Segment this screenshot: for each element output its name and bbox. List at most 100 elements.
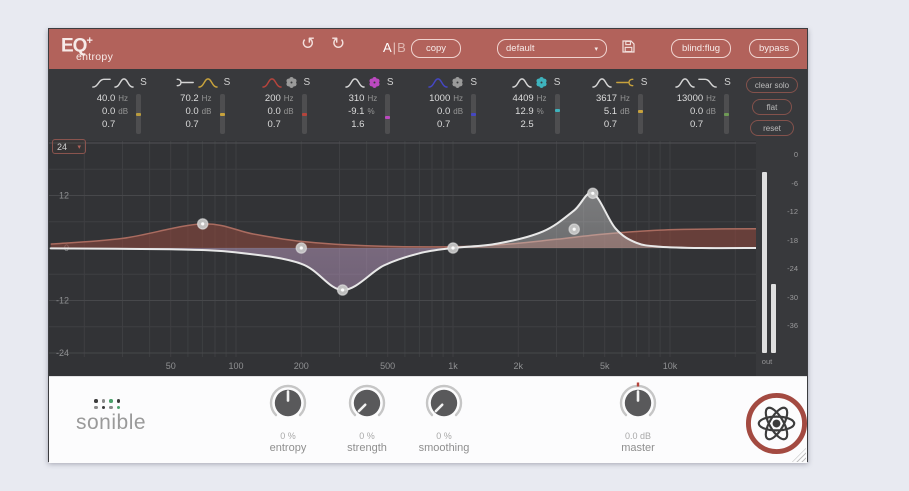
plugin-logo: EQ+ entropy [61,32,113,63]
band-gain-value[interactable]: 5.1 [596,106,617,117]
logo-dot [109,405,113,409]
undo-icon[interactable]: ↺ [301,36,315,53]
band-gain-value[interactable]: 0.0 [97,106,115,117]
bell-icon[interactable] [345,76,365,89]
solo-button[interactable]: S [470,77,477,88]
bypass-button[interactable]: bypass [749,39,799,58]
smart-filter-icon[interactable] [535,76,548,89]
solo-button[interactable]: S [224,77,231,88]
smart-filter-icon[interactable] [285,76,298,89]
band-handle[interactable] [196,218,209,230]
band-gain-value[interactable]: 0.0 [677,106,703,117]
band-q-value[interactable]: 0.7 [677,119,703,130]
band-gain-slider[interactable] [638,94,644,134]
band-q-value[interactable]: 0.7 [429,119,450,130]
band-freq-value[interactable]: 200 [265,93,281,104]
eq-band-3: S 200 Hz 0.0 dB 0.7 [246,74,326,138]
master-knob[interactable] [616,381,660,425]
chevron-down-icon: ▾ [77,143,81,151]
bell-icon[interactable] [198,76,218,89]
band-q-value[interactable]: 0.7 [180,119,198,130]
band-gain-slider[interactable] [136,94,142,134]
bell-icon[interactable] [512,76,532,89]
band-handle[interactable] [568,223,580,235]
band-gain-slider[interactable] [554,94,560,134]
band-freq-value[interactable]: 70.2 [180,93,199,104]
band-q-value[interactable]: 1.6 [348,119,364,130]
band-freq-value[interactable]: 310 [348,93,365,104]
bell-icon[interactable] [428,76,448,89]
band-gain-value[interactable]: 0.0 [180,106,198,117]
band-gain-value[interactable]: 0.0 [265,106,281,117]
eq-curve-graph[interactable]: 501002005001k2k5k10k120-12-24 [49,141,756,376]
ab-state-a[interactable]: A [383,40,392,55]
band-type-icons: S [262,74,311,90]
flat-button[interactable]: flat [752,99,792,115]
bell-icon[interactable] [114,76,134,89]
preset-dropdown[interactable]: default ▾ [497,39,607,58]
eq-band-6: S 4409 Hz 12.9% 2.5 [496,74,576,138]
band-type-icons: S [91,74,147,90]
band-q-value[interactable]: 0.7 [265,119,281,130]
band-q-value[interactable]: 0.7 [97,119,115,130]
blindflug-button[interactable]: blind:flug [671,39,731,58]
lowpass-icon[interactable] [698,76,718,89]
eq-main-area: S 40.0 Hz 0.0 dB 0.7 S 70.2 Hz 0.0 dB 0.7 S 200 Hz 0.0 d… [49,69,807,376]
band-q-value[interactable]: 0.7 [596,119,617,130]
band-q-value[interactable]: 2.5 [513,119,533,130]
smoothing-value: 0 % [436,431,452,441]
band-gain-value[interactable]: 12.9 [513,106,534,117]
solo-button[interactable]: S [554,77,561,88]
clear-solo-button[interactable]: clear solo [746,77,798,93]
solo-button[interactable]: S [641,77,648,88]
save-preset-button[interactable] [621,39,636,57]
redo-icon[interactable]: ↻ [331,36,345,53]
smoothing-knob[interactable] [422,381,466,425]
band-handle[interactable] [586,187,599,200]
solo-button[interactable]: S [304,77,311,88]
floppy-disk-icon [622,40,635,53]
solo-button[interactable]: S [387,77,394,88]
band-gain-slider-tick [301,112,307,116]
band-freq-value[interactable]: 40.0 [97,93,116,104]
copy-button[interactable]: copy [411,39,461,58]
band-gain-slider[interactable] [471,94,477,134]
band-gain-slider[interactable] [385,94,391,134]
smart-filter-icon[interactable] [368,76,381,89]
bell-icon[interactable] [675,76,695,89]
band-handle[interactable] [447,242,459,254]
band-gain-slider[interactable] [301,94,307,134]
band-freq-value[interactable]: 4409 [513,93,534,104]
x-axis-tick-label: 500 [380,361,395,371]
band-values: 310 Hz -9.1% 1.6 [348,93,391,134]
bell-icon[interactable] [592,76,612,89]
entropy-knob[interactable] [266,381,310,425]
preset-value: default [506,43,535,54]
band-gain-value-unit: % [367,107,375,116]
solo-button[interactable]: S [140,77,147,88]
band-gain-slider[interactable] [724,94,730,134]
solo-button[interactable]: S [724,77,731,88]
band-freq-value[interactable]: 1000 [429,93,450,104]
db-range-dropdown[interactable]: 24 ▾ [52,139,86,154]
band-freq-value[interactable]: 13000 [677,93,703,104]
band-handle[interactable] [336,284,349,296]
band-gain-value[interactable]: 0.0 [429,106,450,117]
highpass-icon[interactable] [91,76,111,89]
eq-band-1: S 40.0 Hz 0.0 dB 0.7 [79,74,159,138]
band-gain-value[interactable]: -9.1 [348,106,364,117]
lowshelf-icon[interactable] [175,76,195,89]
ab-compare-toggle[interactable]: A|B [383,40,406,55]
x-axis-tick-label: 100 [228,361,243,371]
band-gain-slider[interactable] [219,94,225,134]
smart-filter-icon[interactable] [451,76,464,89]
bell-icon[interactable] [262,76,282,89]
reset-button[interactable]: reset [750,120,794,136]
strength-knob[interactable] [345,381,389,425]
band-header-row: S 40.0 Hz 0.0 dB 0.7 S 70.2 Hz 0.0 dB 0.7 S 200 Hz 0.0 d… [79,74,743,138]
band-gain-slider-tick [638,110,644,114]
ab-state-b[interactable]: B [397,40,406,55]
highshelf-icon[interactable] [615,76,635,89]
band-handle[interactable] [295,242,308,254]
band-freq-value[interactable]: 3617 [596,93,617,104]
